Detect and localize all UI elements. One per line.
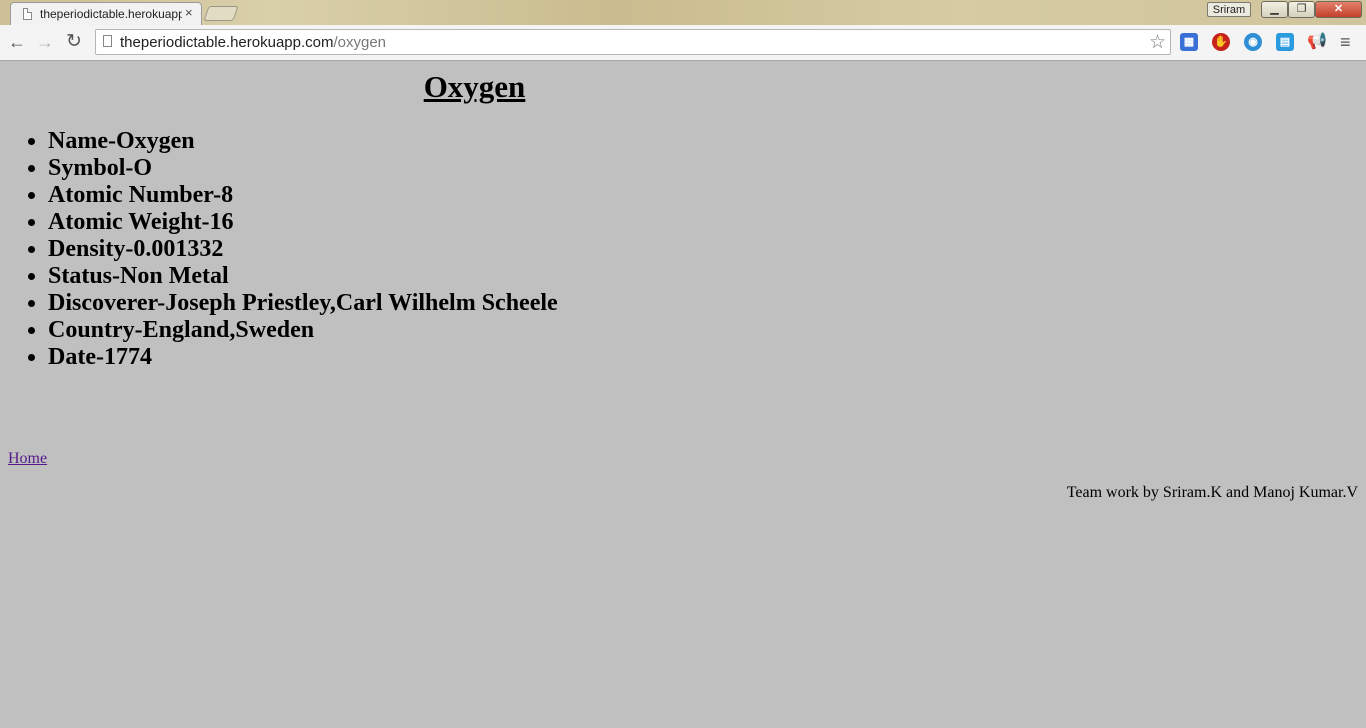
extension-grid-icon[interactable]: ▦	[1180, 33, 1198, 51]
browser-tab[interactable]: theperiodictable.herokuapp.com/oxygen ×	[10, 2, 202, 25]
list-item: Name-Oxygen	[48, 128, 558, 155]
extension-globe-icon[interactable]: ◉	[1244, 33, 1262, 51]
tab-close-icon[interactable]: ×	[185, 5, 193, 20]
url-host: theperiodictable.herokuapp.com	[120, 34, 334, 51]
list-item: Symbol-O	[48, 155, 558, 182]
url-text[interactable]: theperiodictable.herokuapp.com/oxygen	[120, 34, 386, 51]
back-arrow-icon[interactable]: ←	[7, 32, 27, 52]
list-item: Discoverer-Joseph Priestley,Carl Wilhelm…	[48, 290, 558, 317]
tab-title: theperiodictable.herokuapp.com/oxygen	[40, 7, 182, 21]
reload-icon[interactable]: ↻	[64, 32, 84, 52]
extension-adblock-icon[interactable]: ✋	[1212, 33, 1230, 51]
maximize-button[interactable]: ❐	[1288, 1, 1315, 18]
element-facts-list: Name-Oxygen Symbol-O Atomic Number-8 Ato…	[8, 128, 558, 371]
page-icon	[23, 8, 32, 20]
browser-toolbar: ← → ↻ theperiodictable.herokuapp.com/oxy…	[0, 25, 1366, 61]
list-item: Density-0.001332	[48, 236, 558, 263]
page-icon	[103, 35, 112, 47]
bookmark-star-icon[interactable]: ☆	[1149, 31, 1166, 54]
list-item: Date-1774	[48, 344, 558, 371]
window-title-bar: theperiodictable.herokuapp.com/oxygen × …	[0, 0, 1366, 25]
list-item: Atomic Number-8	[48, 182, 558, 209]
home-link[interactable]: Home	[8, 450, 47, 468]
url-path: /oxygen	[333, 34, 387, 51]
new-tab-button[interactable]	[203, 6, 239, 21]
list-item: Status-Non Metal	[48, 263, 558, 290]
page-title: Oxygen	[423, 69, 526, 104]
minimize-button[interactable]: ▁	[1261, 1, 1288, 18]
browser-menu-icon[interactable]: ≡	[1340, 33, 1351, 51]
address-bar[interactable]: theperiodictable.herokuapp.com/oxygen ☆	[95, 29, 1171, 55]
list-item: Atomic Weight-16	[48, 209, 558, 236]
extension-cast-icon[interactable]: ▤	[1276, 33, 1294, 51]
forward-arrow-icon[interactable]: →	[35, 32, 55, 52]
page-content: Oxygen Name-Oxygen Symbol-O Atomic Numbe…	[0, 61, 1366, 728]
profile-button[interactable]: Sriram	[1207, 2, 1251, 17]
extension-megaphone-icon[interactable]: 📢	[1307, 33, 1327, 51]
credits-text: Team work by Sriram.K and Manoj Kumar.V	[1066, 484, 1358, 501]
list-item: Country-England,Sweden	[48, 317, 558, 344]
close-window-button[interactable]: ✕	[1315, 1, 1362, 18]
